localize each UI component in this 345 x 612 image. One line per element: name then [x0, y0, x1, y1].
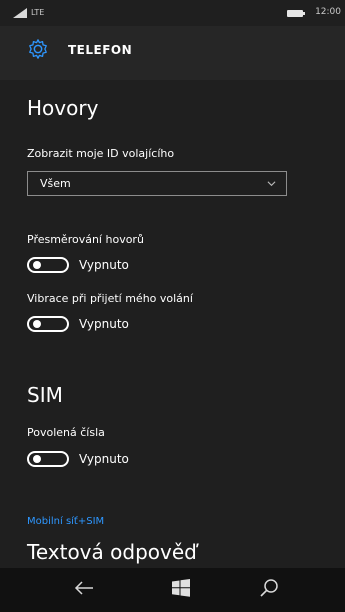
section-title-text-reply: Textová odpověď	[27, 540, 197, 564]
clock: 12:00	[315, 7, 341, 17]
fixed-dialing-label: Povolená čísla	[27, 426, 105, 439]
network-type: LTE	[31, 8, 45, 17]
vibration-toggle-row[interactable]: Vypnuto	[27, 313, 129, 335]
signal-strength-icon	[13, 8, 27, 18]
caller-id-dropdown[interactable]: Všem	[27, 171, 287, 196]
back-arrow-icon[interactable]	[73, 578, 95, 598]
gear-icon	[29, 39, 47, 59]
navigation-bar	[0, 568, 345, 612]
forwarding-label: Přesměrování hovorů	[27, 233, 144, 246]
fixed-dialing-toggle[interactable]	[27, 451, 69, 467]
caller-id-value: Všem	[40, 177, 71, 190]
chevron-down-icon	[267, 181, 276, 187]
vibration-toggle[interactable]	[27, 316, 69, 332]
toggle-knob	[33, 455, 41, 463]
status-bar: LTE 12:00	[0, 0, 345, 26]
forwarding-toggle[interactable]	[27, 257, 69, 273]
forwarding-toggle-row[interactable]: Vypnuto	[27, 254, 129, 276]
section-title-calls: Hovory	[27, 96, 99, 120]
vibration-state: Vypnuto	[79, 317, 129, 331]
toggle-knob	[33, 261, 41, 269]
vibration-label: Vibrace při přijetí mého volání	[27, 292, 193, 305]
fixed-dialing-toggle-row[interactable]: Vypnuto	[27, 448, 129, 470]
caller-id-label: Zobrazit moje ID volajícího	[27, 147, 175, 160]
app-header: TELEFON	[0, 26, 345, 80]
settings-content[interactable]: Hovory Zobrazit moje ID volajícího Všem …	[0, 80, 345, 568]
forwarding-state: Vypnuto	[79, 258, 129, 272]
section-title-sim: SIM	[27, 383, 63, 407]
search-icon[interactable]	[258, 577, 280, 599]
mobile-network-sim-link[interactable]: Mobilní síť+SIM	[27, 516, 104, 527]
windows-logo-icon[interactable]	[172, 579, 190, 597]
toggle-knob	[33, 320, 41, 328]
page-title: TELEFON	[68, 43, 133, 57]
battery-icon	[287, 10, 305, 17]
fixed-dialing-state: Vypnuto	[79, 452, 129, 466]
